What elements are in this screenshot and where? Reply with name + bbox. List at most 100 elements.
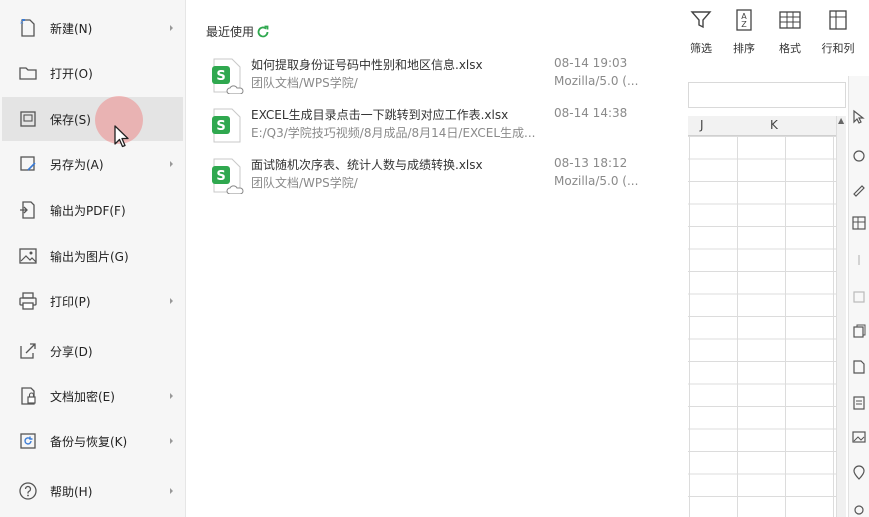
export-pdf-icon — [20, 201, 35, 219]
menu-item-backup-restore-label: 备份与恢复(K) — [50, 434, 128, 449]
menu-item-new[interactable]: * 新建(N) — [2, 8, 183, 48]
filter-icon — [690, 11, 712, 29]
format-label: 格式 — [779, 42, 801, 55]
file-time: 08-14 19:03 — [554, 56, 628, 70]
right-sidebar — [848, 76, 869, 517]
menu-item-print-label: 打印(P) — [50, 294, 91, 309]
location-icon[interactable] — [850, 464, 868, 482]
format-icon — [779, 11, 801, 29]
pointer-icon[interactable] — [850, 108, 868, 126]
spreadsheet-background: 筛选 AZ 排序 格式 行和列 J K ▲ — [688, 0, 869, 517]
new-file-icon: * — [20, 19, 35, 37]
menu-item-encrypt-label: 文档加密(E) — [50, 389, 115, 404]
sort-icon: AZ — [736, 9, 752, 31]
save-icon — [20, 111, 36, 127]
format-button[interactable]: 格式 — [772, 8, 808, 56]
svg-text:Z: Z — [741, 20, 747, 29]
file-time: 08-13 18:12 — [554, 156, 628, 170]
edit-icon[interactable] — [850, 358, 868, 376]
scroll-up-icon[interactable]: ▲ — [838, 116, 844, 125]
column-j-header[interactable]: J — [700, 118, 704, 132]
shape-icon[interactable] — [850, 146, 868, 164]
sort-label: 排序 — [733, 42, 755, 55]
spreadsheet-file-icon: S — [212, 108, 241, 143]
menu-item-share[interactable]: 分享(D) — [2, 331, 183, 371]
recent-file-item[interactable]: S 如何提取身份证号码中性别和地区信息.xlsx 团队文档/WPS学院/ 08-… — [206, 56, 646, 102]
chevron-right-icon — [170, 438, 173, 444]
file-path: 团队文档/WPS学院/ — [251, 76, 358, 90]
menu-item-backup-restore[interactable]: 备份与恢复(K) — [2, 421, 183, 461]
help-icon — [19, 482, 37, 500]
picture-icon[interactable] — [850, 428, 868, 446]
svg-text:S: S — [216, 69, 225, 84]
chevron-right-icon — [170, 25, 173, 31]
filter-label: 筛选 — [690, 42, 712, 55]
spreadsheet-file-icon: S — [212, 158, 244, 194]
export-image-icon — [19, 248, 37, 264]
chevron-right-icon — [170, 298, 173, 304]
refresh-icon[interactable] — [256, 25, 270, 39]
menu-item-save-as[interactable]: 另存为(A) — [2, 144, 183, 184]
file-modified-by: Mozilla/5.0 (... — [554, 74, 639, 88]
chevron-right-icon — [170, 161, 173, 167]
column-header: J K — [688, 116, 836, 136]
filter-button[interactable]: 筛选 — [688, 8, 714, 56]
copy-icon[interactable] — [850, 322, 868, 340]
menu-item-save-label: 保存(S) — [50, 112, 91, 127]
menu-item-open-label: 打开(O) — [50, 66, 93, 81]
menu-item-save[interactable]: 保存(S) — [2, 97, 183, 141]
row-column-label: 行和列 — [821, 42, 855, 55]
file-path: E:/Q3/学院技巧视频/8月成品/8月14日/EXCEL生成... — [251, 126, 536, 140]
file-path: 团队文档/WPS学院/ — [251, 176, 358, 190]
file-name: 面试随机次序表、统计人数与成绩转换.xlsx — [251, 158, 483, 172]
open-folder-icon — [19, 67, 37, 80]
recent-title-text: 最近使用 — [206, 25, 255, 39]
encrypt-icon — [21, 387, 36, 405]
sort-button[interactable]: AZ 排序 — [726, 8, 762, 56]
svg-text:S: S — [216, 119, 225, 134]
chevron-right-icon — [170, 488, 173, 494]
recent-section-title: 最近使用 — [206, 23, 270, 40]
cell-grid[interactable] — [688, 136, 836, 517]
share-icon — [20, 343, 36, 359]
file-menu: * 新建(N) 打开(O) 保存(S) 另存为(A) 输出为PDF(F) 输出为… — [0, 0, 186, 517]
file-name: EXCEL生成目录点击一下跳转到对应工作表.xlsx — [251, 108, 509, 122]
menu-item-export-image-label: 输出为图片(G) — [50, 249, 129, 264]
menu-item-help[interactable]: 帮助(H) — [2, 471, 183, 511]
recent-file-item[interactable]: S EXCEL生成目录点击一下跳转到对应工作表.xlsx E:/Q3/学院技巧视… — [206, 106, 646, 152]
table-icon[interactable] — [850, 214, 868, 232]
menu-item-new-label: 新建(N) — [50, 21, 93, 36]
menu-item-export-pdf-label: 输出为PDF(F) — [50, 203, 126, 218]
menu-item-share-label: 分享(D) — [50, 344, 93, 359]
recent-file-item[interactable]: S 面试随机次序表、统计人数与成绩转换.xlsx 团队文档/WPS学院/ 08-… — [206, 156, 646, 202]
svg-text:S: S — [216, 169, 225, 184]
file-time: 08-14 14:38 — [554, 106, 628, 120]
row-column-icon — [829, 10, 847, 30]
dash-icon[interactable] — [850, 251, 868, 269]
file-name: 如何提取身份证号码中性别和地区信息.xlsx — [251, 58, 483, 72]
backup-restore-icon — [20, 433, 36, 449]
mouse-cursor-icon — [114, 125, 129, 148]
menu-item-print[interactable]: 打印(P) — [2, 281, 183, 321]
menu-item-export-pdf[interactable]: 输出为PDF(F) — [2, 190, 183, 230]
document-icon[interactable] — [850, 394, 868, 412]
row-column-button[interactable]: 行和列 — [816, 8, 860, 56]
menu-item-help-label: 帮助(H) — [50, 484, 93, 499]
settings-icon[interactable] — [850, 498, 868, 516]
checkbox-icon[interactable] — [850, 288, 868, 306]
menu-item-open[interactable]: 打开(O) — [2, 53, 183, 93]
file-modified-by: Mozilla/5.0 (... — [554, 174, 639, 188]
brush-icon[interactable] — [850, 180, 868, 198]
chevron-right-icon — [170, 393, 173, 399]
svg-text:*: * — [20, 20, 24, 28]
menu-item-save-as-label: 另存为(A) — [50, 157, 104, 172]
ribbon-toolbar: 筛选 AZ 排序 格式 行和列 — [688, 0, 869, 72]
formula-bar[interactable] — [688, 82, 846, 108]
menu-item-export-image[interactable]: 输出为图片(G) — [2, 236, 183, 276]
print-icon — [19, 292, 37, 310]
column-k-header[interactable]: K — [770, 118, 778, 132]
save-as-icon — [20, 156, 36, 171]
vertical-scrollbar[interactable]: ▲ — [836, 116, 846, 517]
spreadsheet-file-icon: S — [212, 58, 244, 94]
menu-item-encrypt[interactable]: 文档加密(E) — [2, 376, 183, 416]
